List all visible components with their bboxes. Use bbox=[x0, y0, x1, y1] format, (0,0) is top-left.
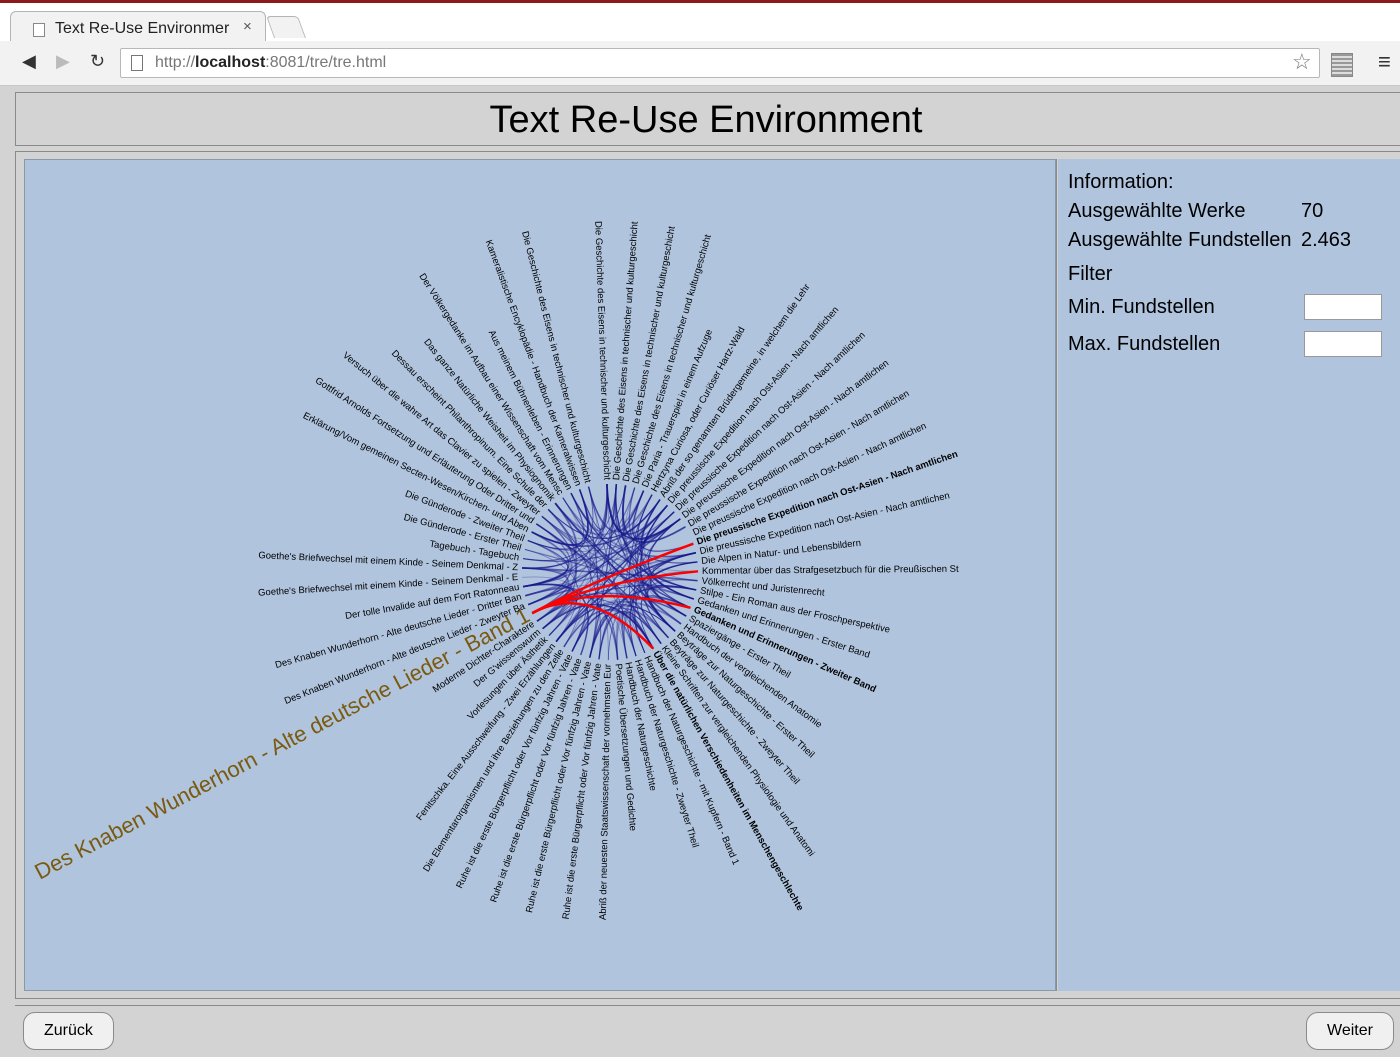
page-header: Text Re-Use Environment bbox=[15, 92, 1400, 146]
passages-label: Ausgewählte Fundstellen bbox=[1068, 229, 1292, 251]
document-icon bbox=[33, 23, 45, 37]
browser-tabstrip: Text Re-Use Environmer × bbox=[0, 3, 1400, 44]
chord-links bbox=[522, 484, 699, 660]
menu-icon[interactable]: ≡ bbox=[1378, 49, 1391, 75]
info-panel: Information: Ausgewählte Werke 70 Ausgew… bbox=[1058, 159, 1400, 991]
address-bar[interactable]: http://localhost:8081/tre/tre.html bbox=[120, 48, 1320, 78]
browser-toolbar: ◀ ▶ ↻ http://localhost:8081/tre/tre.html… bbox=[0, 41, 1400, 86]
max-fundstellen-input[interactable] bbox=[1304, 331, 1382, 357]
app-page: Text Re-Use Environment Die Geschichte d… bbox=[0, 86, 1400, 1057]
min-fundstellen-input[interactable] bbox=[1304, 294, 1382, 320]
page-icon bbox=[131, 55, 143, 71]
new-tab-button[interactable] bbox=[265, 16, 307, 38]
panel-divider bbox=[1056, 159, 1057, 991]
back-arrow-icon[interactable]: ◀ bbox=[22, 51, 36, 72]
back-button[interactable]: Zurück bbox=[23, 1012, 114, 1050]
min-label: Min. Fundstellen bbox=[1068, 296, 1215, 318]
chord-label[interactable]: Abriß der neuesten Staatswissenschaft de… bbox=[598, 664, 614, 920]
chord-svg: Die Geschichte des Eisens in technischer… bbox=[30, 221, 959, 920]
info-heading: Information: bbox=[1068, 171, 1174, 193]
url-text: http://localhost:8081/tre/tre.html bbox=[155, 54, 387, 71]
content-panel: Die Geschichte des Eisens in technischer… bbox=[15, 151, 1400, 999]
page-title: Text Re-Use Environment bbox=[489, 99, 923, 141]
reload-icon[interactable]: ↻ bbox=[90, 51, 105, 72]
works-label: Ausgewählte Werke bbox=[1068, 200, 1246, 222]
next-button[interactable]: Weiter bbox=[1306, 1012, 1394, 1050]
close-icon[interactable]: × bbox=[243, 18, 252, 35]
chord-label[interactable]: Des Knaben Wunderhorn - Alte deutsche Li… bbox=[30, 602, 533, 884]
footer-separator bbox=[15, 1005, 1400, 1006]
chord-label[interactable]: Kommentar über das Strafgesetzbuch für d… bbox=[702, 564, 959, 577]
works-value: 70 bbox=[1301, 200, 1324, 222]
tab-title: Text Re-Use Environmer bbox=[55, 20, 230, 37]
filter-heading: Filter bbox=[1068, 263, 1113, 285]
bookmark-star-icon[interactable]: ☆ bbox=[1292, 49, 1312, 75]
max-label: Max. Fundstellen bbox=[1068, 333, 1221, 355]
extension-icon[interactable] bbox=[1331, 53, 1353, 77]
chord-diagram[interactable]: Die Geschichte des Eisens in technischer… bbox=[24, 159, 1056, 991]
browser-tab[interactable]: Text Re-Use Environmer × bbox=[10, 11, 266, 44]
chord-label[interactable]: Die Geschichte des Eisens in technischer… bbox=[592, 221, 612, 481]
forward-arrow-icon[interactable]: ▶ bbox=[56, 51, 70, 72]
passages-value: 2.463 bbox=[1301, 229, 1352, 251]
